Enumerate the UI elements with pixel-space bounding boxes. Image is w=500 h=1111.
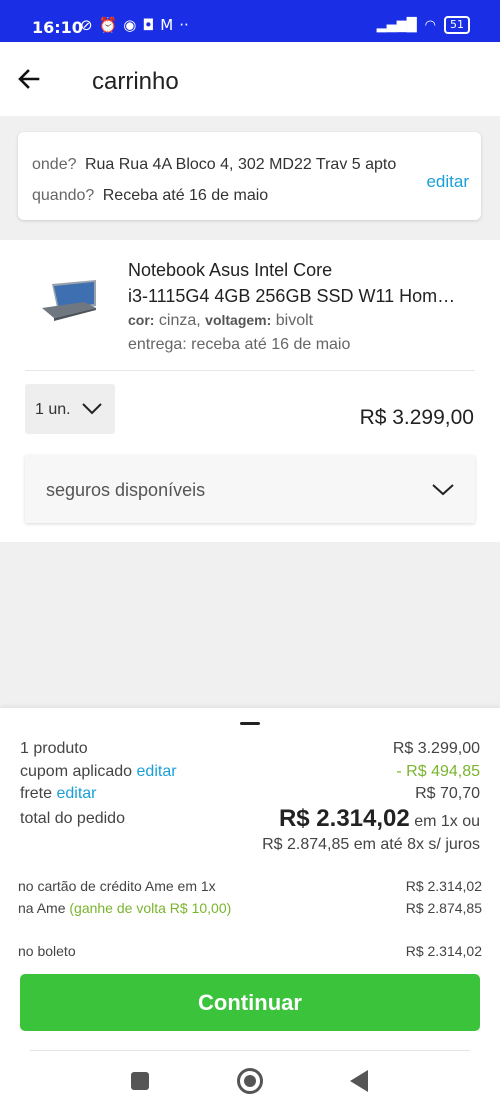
- signal-icon: ▂▄▆█: [376, 17, 417, 33]
- summary-products-row: 1 produto R$ 3.299,00: [20, 740, 480, 758]
- page-title: carrinho: [92, 68, 179, 95]
- muted-icon: ⊘: [80, 16, 93, 34]
- battery-icon: 51: [444, 16, 470, 34]
- order-summary-sheet: 1 produto R$ 3.299,00 cupom aplicado edi…: [0, 708, 500, 1111]
- color-value: cinza,: [158, 312, 201, 329]
- gmail-icon: M: [160, 16, 174, 34]
- sheet-handle[interactable]: [240, 722, 260, 725]
- pay-ame-cashback: (ganhe de volta R$ 10,00): [69, 900, 232, 916]
- pay-card-label: no cartão de crédito Ame em 1x: [18, 878, 216, 894]
- product-price: R$ 3.299,00: [359, 406, 474, 429]
- recents-icon[interactable]: [131, 1072, 149, 1090]
- status-right: ▂▄▆█ ◠ 51: [377, 16, 470, 34]
- products-value: R$ 3.299,00: [392, 740, 480, 757]
- payment-boleto-row: no boleto R$ 2.314,02: [18, 943, 482, 959]
- voltage-label: voltagem:: [205, 312, 272, 328]
- pay-ame-label: na Ame: [18, 900, 66, 916]
- wifi-icon: ◠: [424, 17, 436, 33]
- product-name[interactable]: Notebook Asus Intel Core i3-1115G4 4GB 2…: [128, 257, 458, 309]
- products-label: 1 produto: [20, 740, 88, 757]
- product-name-line2: i3-1115G4 4GB 256GB SSD W11 Home 15,6: [128, 286, 458, 306]
- insurance-label: seguros disponíveis: [46, 480, 206, 500]
- payment-ame-row: na Ame (ganhe de volta R$ 10,00) R$ 2.87…: [18, 900, 482, 916]
- divider: [30, 1050, 470, 1051]
- divider: [25, 370, 475, 371]
- product-attributes: cor: cinza, voltagem: bivolt: [128, 312, 313, 330]
- when-label: quando?: [32, 187, 95, 204]
- pay-boleto-value: R$ 2.314,02: [405, 943, 482, 959]
- product-delivery: entrega: receba até 16 de maio: [128, 336, 351, 353]
- total-value: R$ 2.314,02: [278, 805, 410, 832]
- shipping-label: frete: [20, 785, 53, 802]
- summary-total-row: total do pedido R$ 2.314,02 em 1x ou: [20, 805, 480, 832]
- notification-icons: ⊘ ⏰ ◉ ◘ M ··: [80, 16, 189, 34]
- total-label: total do pedido: [20, 810, 125, 827]
- more-icon: ··: [179, 16, 189, 34]
- whatsapp-icon: ◉: [123, 16, 137, 34]
- app-bar: carrinho: [0, 42, 500, 116]
- product-name-line1: Notebook Asus Intel Core: [128, 260, 333, 280]
- system-nav-bar: [0, 1060, 500, 1110]
- edit-delivery-link[interactable]: editar: [426, 172, 469, 192]
- status-time: 16:10: [32, 18, 83, 37]
- quantity-select[interactable]: 1 un.: [25, 384, 115, 434]
- payment-card-row: no cartão de crédito Ame em 1x R$ 2.314,…: [18, 878, 482, 894]
- date-row: quando? Receba até 16 de maio: [32, 187, 268, 205]
- home-icon[interactable]: [237, 1068, 263, 1094]
- continue-button[interactable]: Continuar: [20, 974, 480, 1031]
- where-label: onde?: [32, 156, 77, 173]
- nav-back-icon[interactable]: [350, 1070, 368, 1092]
- total-suffix: em 1x ou: [414, 813, 480, 830]
- insurance-dropdown[interactable]: seguros disponíveis: [25, 455, 475, 523]
- discord-icon: ◘: [142, 16, 155, 34]
- total-amount: R$ 2.314,02 em 1x ou: [279, 805, 480, 833]
- pay-boleto-label: no boleto: [18, 943, 76, 959]
- installments: R$ 2.874,85 em até 8x s/ juros: [262, 836, 480, 853]
- pay-card-value: R$ 2.314,02: [405, 878, 482, 894]
- product-image[interactable]: [40, 278, 98, 324]
- status-bar: 16:10 ⊘ ⏰ ◉ ◘ M ·· ▂▄▆█ ◠ 51: [0, 0, 500, 42]
- address-row: onde? Rua Rua 4A Bloco 4, 302 MD22 Trav …: [32, 156, 422, 174]
- chevron-down-icon: [432, 484, 454, 496]
- pay-ame-value: R$ 2.874,85: [405, 900, 482, 916]
- edit-coupon-link[interactable]: editar: [137, 763, 177, 780]
- quantity-value: 1 un.: [35, 401, 71, 418]
- coupon-value: - R$ 494,85: [396, 763, 480, 780]
- shipping-value: R$ 70,70: [415, 785, 480, 802]
- coupon-label: cupom aplicado: [20, 763, 133, 780]
- color-label: cor:: [128, 312, 155, 328]
- delivery-card[interactable]: onde? Rua Rua 4A Bloco 4, 302 MD22 Trav …: [18, 132, 481, 220]
- voltage-value: bivolt: [275, 312, 314, 329]
- product-card: Notebook Asus Intel Core i3-1115G4 4GB 2…: [0, 240, 500, 542]
- where-value: Rua Rua 4A Bloco 4, 302 MD22 Trav 5 apto: [84, 156, 397, 173]
- edit-shipping-link[interactable]: editar: [56, 785, 96, 802]
- summary-coupon-row: cupom aplicado editar - R$ 494,85: [20, 763, 480, 781]
- chevron-down-icon: [82, 403, 102, 415]
- alarm-icon: ⏰: [98, 16, 118, 34]
- when-value: Receba até 16 de maio: [102, 187, 269, 204]
- back-arrow-icon[interactable]: [14, 64, 44, 94]
- summary-shipping-row: frete editar R$ 70,70: [20, 785, 480, 803]
